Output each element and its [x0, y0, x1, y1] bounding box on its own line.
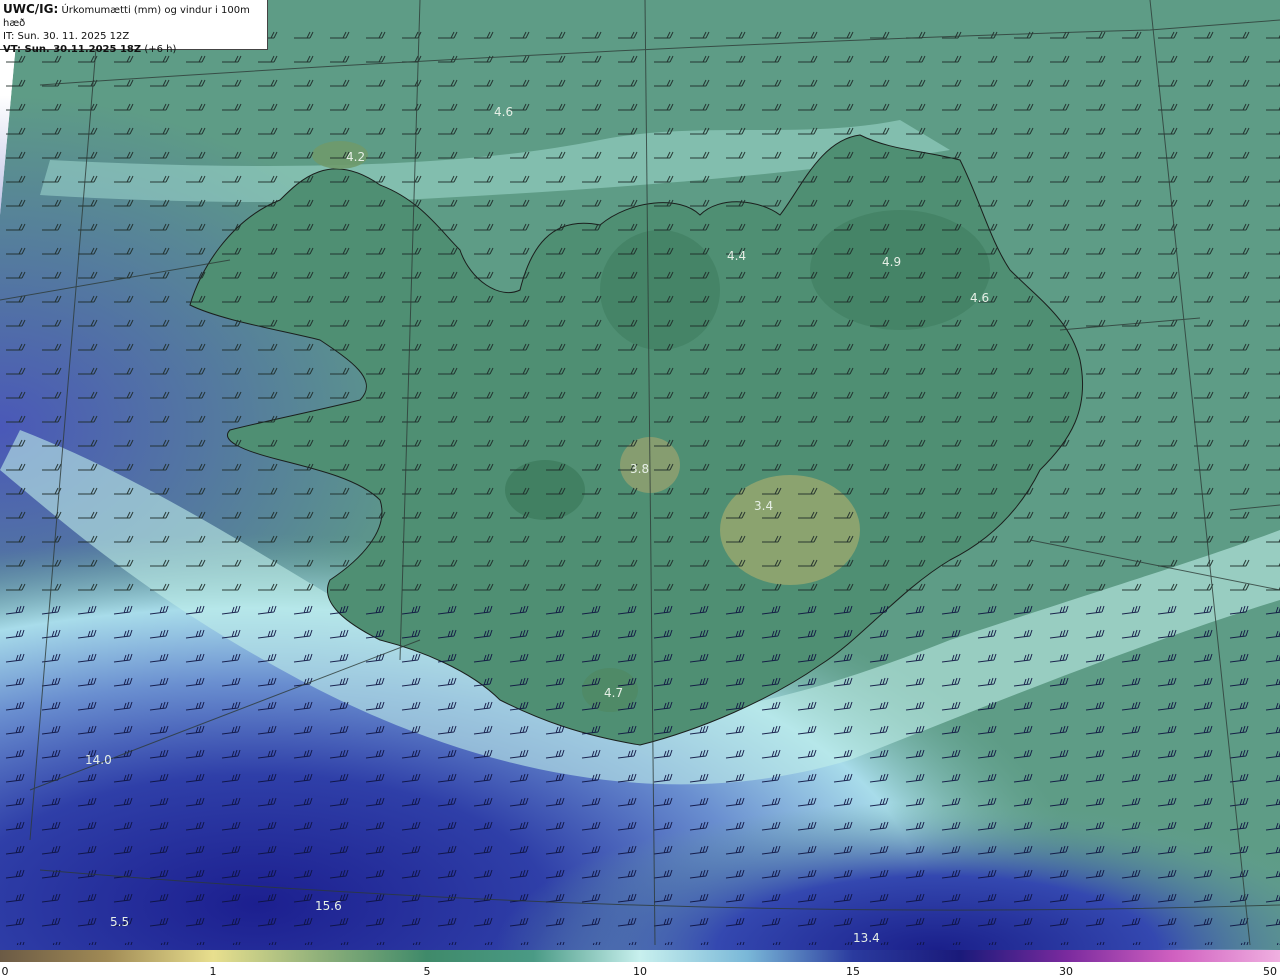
- valid-time: VT: Sun. 30.11.2025 18Z: [3, 44, 142, 55]
- map-value-label: 14.0: [85, 753, 112, 767]
- colorbar-tick: 1: [209, 965, 217, 978]
- map-value-label: 4.7: [604, 686, 623, 700]
- map-value-label: 13.4: [853, 931, 880, 945]
- model-name: UWC/IG:: [3, 2, 59, 16]
- map-value-label: 4.2: [346, 150, 365, 164]
- initial-time: IT: Sun. 30. 11. 2025 12Z: [3, 31, 130, 42]
- map-value-label: 5.5: [110, 915, 129, 929]
- map-value-label: 4.9: [882, 255, 901, 269]
- colorbar-tick: 5: [423, 965, 431, 978]
- map-info-box: UWC/IG: Úrkomumætti (mm) og vindur i 100…: [0, 0, 268, 55]
- colorbar-tick: 30: [1059, 965, 1073, 978]
- map-value-label: 3.8: [630, 462, 649, 476]
- colorbar-tick: 10: [633, 965, 647, 978]
- map-value-label: 4.6: [494, 105, 513, 119]
- colorbar-tick: 0: [1, 965, 9, 978]
- map-value-label: 4.4: [727, 249, 746, 263]
- colorbar: 0 1 5 10 15 30 50: [0, 950, 1280, 978]
- valid-time-offset: (+6 h): [144, 44, 177, 55]
- colorbar-strip: [0, 950, 1280, 962]
- colorbar-tick: 15: [846, 965, 860, 978]
- map-value-label: 15.6: [315, 899, 342, 913]
- precipitable-water-map: 4.6 4.2 4.4 4.9 4.6 3.8 3.4 4.7 14.0 15.…: [0, 0, 1280, 950]
- map-value-label: 3.4: [754, 499, 773, 513]
- colorbar-tick: 50: [1263, 965, 1277, 978]
- map-value-label: 4.6: [970, 291, 989, 305]
